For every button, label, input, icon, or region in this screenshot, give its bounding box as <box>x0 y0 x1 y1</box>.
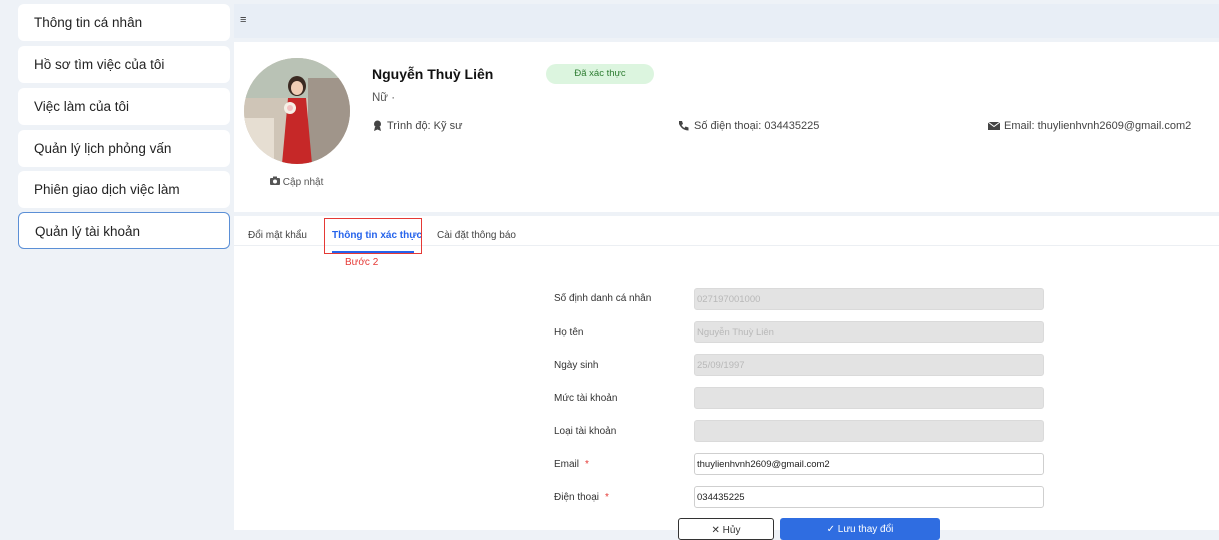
camera-icon <box>270 176 280 185</box>
email-icon <box>987 121 1001 130</box>
sidebar-item-label: Phiên giao dịch việc làm <box>34 182 180 197</box>
sidebar-item-account-management[interactable]: Quản lý tài khoản <box>18 212 230 249</box>
education-text: Trình độ: Kỹ sư <box>387 120 463 132</box>
avatar[interactable] <box>244 58 350 164</box>
account-level-field <box>694 387 1044 409</box>
sidebar-item-label: Quản lý tài khoản <box>35 224 141 239</box>
profile-name: Nguyễn Thuỳ Liên <box>372 66 494 82</box>
profile-phone: Số điện thoại: 034435225 <box>678 120 819 132</box>
email-label: Email * <box>554 459 589 470</box>
tab-notification-settings[interactable]: Cài đặt thông báo <box>437 230 516 241</box>
sidebar-item-job-fair[interactable]: Phiên giao dịch việc làm <box>18 171 230 208</box>
profile-card: Cập nhật Nguyễn Thuỳ Liên Đã xác thực Nữ… <box>234 42 1219 212</box>
birth-date-label: Ngày sinh <box>554 360 599 371</box>
email-text: Email: thuylienhvnh2609@gmail.com2 <box>1004 120 1192 132</box>
account-type-label: Loại tài khoản <box>554 426 617 437</box>
profile-email: Email: thuylienhvnh2609@gmail.com2 <box>987 120 1192 132</box>
sidebar-item-label: Thông tin cá nhân <box>34 15 143 30</box>
email-label-text: Email <box>554 459 580 470</box>
phone-icon <box>679 121 689 131</box>
account-type-field <box>694 420 1044 442</box>
tab-change-password[interactable]: Đổi mật khẩu <box>248 230 307 241</box>
verified-badge: Đã xác thực <box>546 64 654 84</box>
hamburger-menu-icon[interactable]: ≡ <box>240 14 246 26</box>
required-marker: * <box>605 492 609 503</box>
sidebar-item-label: Việc làm của tôi <box>34 99 130 114</box>
account-panel: Đổi mật khẩu Thông tin xác thực Cài đặt … <box>234 216 1219 540</box>
phone-label-text: Điện thoại <box>554 492 600 503</box>
phone-field[interactable]: 034435225 <box>694 486 1044 508</box>
main-area: ≡ Cập nhật Nguyễn Thuỳ Liên Đã xác thực … <box>234 4 1219 540</box>
phone-label: Điện thoại * <box>554 492 609 503</box>
id-number-field: 027197001000 <box>694 288 1044 310</box>
sidebar-item-my-jobs[interactable]: Việc làm của tôi <box>18 88 230 125</box>
save-changes-button[interactable]: ✓ Lưu thay đổi <box>780 518 940 540</box>
full-name-label: Họ tên <box>554 327 584 338</box>
sidebar-item-label: Quản lý lịch phỏng vấn <box>34 141 172 156</box>
birth-date-field: 25/09/1997 <box>694 354 1044 376</box>
profile-education: Trình độ: Kỹ sư <box>372 120 462 132</box>
sidebar: Thông tin cá nhân Hồ sơ tìm việc của tôi… <box>0 0 232 530</box>
top-bar: ≡ <box>234 4 1219 38</box>
update-avatar-button[interactable]: Cập nhật <box>270 176 323 188</box>
update-label: Cập nhật <box>282 177 324 188</box>
sidebar-item-personal-info[interactable]: Thông tin cá nhân <box>18 4 230 41</box>
email-field[interactable]: thuylienhvnh2609@gmail.com2 <box>694 453 1044 475</box>
sidebar-item-label: Hồ sơ tìm việc của tôi <box>34 57 165 72</box>
cancel-button[interactable]: ✕ Hủy <box>678 518 774 540</box>
annotation-highlight-box <box>324 218 422 254</box>
sidebar-item-interview-schedule[interactable]: Quản lý lịch phỏng vấn <box>18 130 230 167</box>
annotation-step-label: Bước 2 <box>345 257 379 268</box>
phone-text: Số điện thoại: 034435225 <box>694 120 820 132</box>
profile-gender: Nữ · <box>372 92 396 104</box>
sidebar-item-job-profiles[interactable]: Hồ sơ tìm việc của tôi <box>18 46 230 83</box>
required-marker: * <box>585 459 589 470</box>
account-level-label: Mức tài khoản <box>554 393 618 404</box>
id-number-label: Số định danh cá nhân <box>554 293 652 304</box>
full-name-field: Nguyễn Thuỳ Liên <box>694 321 1044 343</box>
education-icon <box>374 120 381 131</box>
